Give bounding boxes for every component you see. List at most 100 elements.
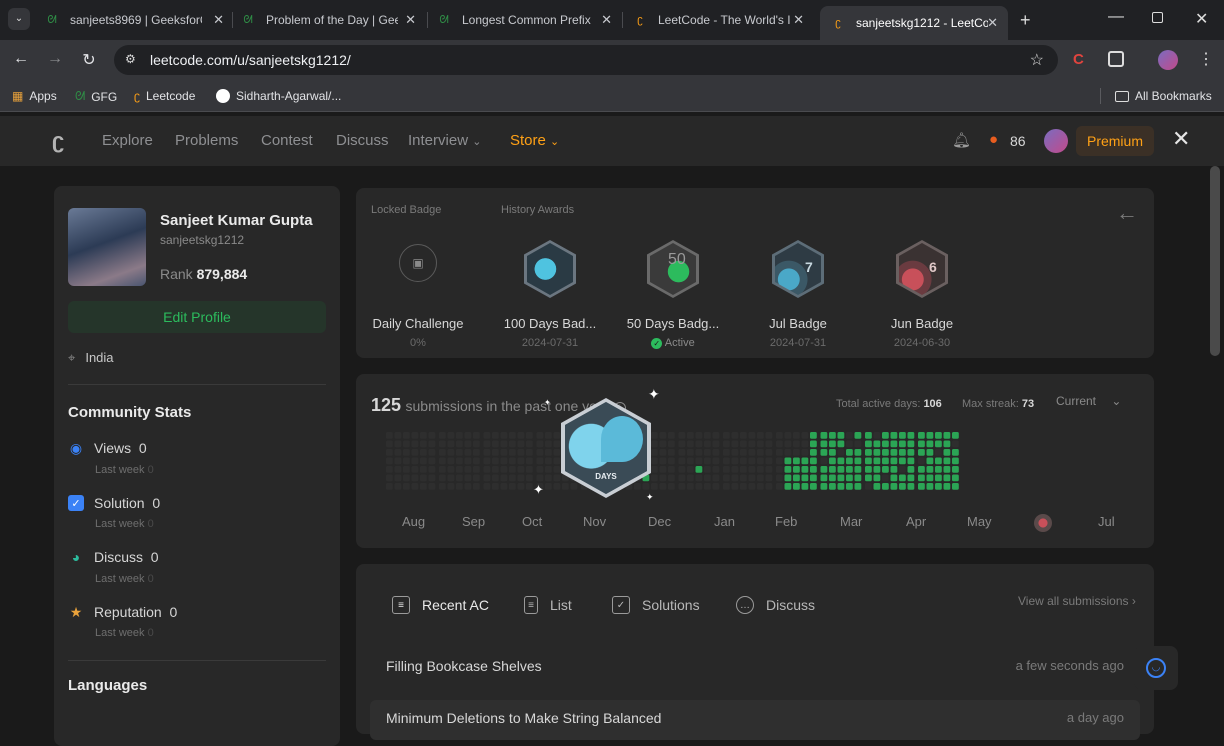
heatmap-cell[interactable] <box>784 457 792 465</box>
heatmap-cell[interactable] <box>464 474 472 482</box>
heatmap-cell[interactable] <box>907 474 915 482</box>
heatmap-cell[interactable] <box>776 466 783 473</box>
heatmap-cell[interactable] <box>731 474 739 482</box>
heatmap-cell[interactable] <box>890 440 898 448</box>
heatmap-cell[interactable] <box>456 440 463 448</box>
heatmap-cell[interactable] <box>473 466 480 473</box>
heatmap-cell[interactable] <box>553 440 561 448</box>
nav-discuss[interactable]: Discuss <box>336 132 389 149</box>
heatmap-cell[interactable] <box>776 483 783 490</box>
close-tab-icon[interactable]: ✕ <box>987 15 998 31</box>
nav-interview[interactable]: Interview ⌄ <box>408 132 481 149</box>
heatmap-cell[interactable] <box>687 440 694 448</box>
heatmap-cell[interactable] <box>439 432 446 439</box>
heatmap-cell[interactable] <box>776 474 783 482</box>
heatmap-cell[interactable] <box>659 432 667 439</box>
heatmap-cell[interactable] <box>695 466 703 473</box>
heatmap-cell[interactable] <box>882 457 889 465</box>
heatmap-cell[interactable] <box>865 449 872 456</box>
heatmap-cell[interactable] <box>695 474 703 482</box>
heatmap-cell[interactable] <box>801 457 809 465</box>
profile-avatar-icon[interactable] <box>1158 50 1178 70</box>
heatmap-cell[interactable] <box>394 457 402 465</box>
heatmap-cell[interactable] <box>447 440 455 448</box>
heatmap-cell[interactable] <box>492 466 499 473</box>
heatmap-cell[interactable] <box>899 449 906 456</box>
heatmap-cell[interactable] <box>509 432 516 439</box>
heatmap-cell[interactable] <box>517 440 525 448</box>
heatmap-cell[interactable] <box>943 466 951 473</box>
heatmap-cell[interactable] <box>854 449 862 456</box>
heatmap-cell[interactable] <box>723 457 730 465</box>
heatmap-cell[interactable] <box>704 457 711 465</box>
heatmap-cell[interactable] <box>784 483 792 490</box>
heatmap-cell[interactable] <box>704 432 711 439</box>
heatmap-cell[interactable] <box>668 474 675 482</box>
heatmap-cell[interactable] <box>464 449 472 456</box>
heatmap-cell[interactable] <box>793 457 800 465</box>
heatmap-cell[interactable] <box>678 457 686 465</box>
address-bar[interactable]: ⚙ leetcode.com/u/sanjeetskg1212/ ☆ <box>114 45 1058 75</box>
back-arrow-icon[interactable]: ← <box>1116 200 1138 226</box>
heatmap-cell[interactable] <box>464 466 472 473</box>
new-tab-icon[interactable]: + <box>1020 10 1031 31</box>
heatmap-cell[interactable] <box>509 483 516 490</box>
heatmap-cell[interactable] <box>846 440 853 448</box>
heatmap-cell[interactable] <box>517 432 525 439</box>
close-tab-icon[interactable]: ✕ <box>793 12 804 28</box>
heatmap-cell[interactable] <box>723 440 730 448</box>
heatmap-cell[interactable] <box>517 457 525 465</box>
heatmap-cell[interactable] <box>740 432 747 439</box>
heatmap-cell[interactable] <box>793 483 800 490</box>
heatmap-cell[interactable] <box>403 440 410 448</box>
heatmap-cell[interactable] <box>464 440 472 448</box>
heatmap-cell[interactable] <box>935 483 942 490</box>
heatmap-cell[interactable] <box>926 474 934 482</box>
heatmap-cell[interactable] <box>935 474 942 482</box>
heatmap-cell[interactable] <box>464 483 472 490</box>
heatmap-cell[interactable] <box>687 432 694 439</box>
heatmap-cell[interactable] <box>918 440 925 448</box>
heatmap-cell[interactable] <box>668 440 675 448</box>
heatmap-cell[interactable] <box>473 457 480 465</box>
heatmap-cell[interactable] <box>740 457 747 465</box>
heatmap-cell[interactable] <box>865 457 872 465</box>
heatmap-cell[interactable] <box>473 432 480 439</box>
bookmark-star-icon[interactable]: ☆ <box>1030 50 1044 70</box>
close-tab-icon[interactable]: ✕ <box>405 12 416 28</box>
heatmap-cell[interactable] <box>952 449 959 456</box>
heatmap-cell[interactable] <box>526 457 533 465</box>
submission-title[interactable]: Filling Bookcase Shelves <box>386 658 542 674</box>
heatmap-cell[interactable] <box>935 457 942 465</box>
heatmap-cell[interactable] <box>793 449 800 456</box>
heatmap-cell[interactable] <box>952 474 959 482</box>
heatmap-cell[interactable] <box>776 432 783 439</box>
heatmap-cell[interactable] <box>765 483 773 490</box>
forward-icon[interactable]: → <box>45 50 65 68</box>
heatmap-cell[interactable] <box>545 466 552 473</box>
heatmap-cell[interactable] <box>659 474 667 482</box>
heatmap-cell[interactable] <box>712 440 720 448</box>
heatmap-cell[interactable] <box>731 457 739 465</box>
badge-jun[interactable]: 6 Jun Badge 2024-06-30 <box>867 240 977 349</box>
heatmap-cell[interactable] <box>846 432 853 439</box>
submission-title[interactable]: Minimum Deletions to Make String Balance… <box>386 710 661 726</box>
heatmap-cell[interactable] <box>500 474 508 482</box>
feedback-chat-button[interactable]: ◡ <box>1134 646 1178 690</box>
heatmap-cell[interactable] <box>439 449 446 456</box>
premium-button[interactable]: Premium <box>1076 126 1154 156</box>
heatmap-cell[interactable] <box>695 432 703 439</box>
heatmap-cell[interactable] <box>926 466 934 473</box>
heatmap-cell[interactable] <box>536 466 544 473</box>
heatmap-cell[interactable] <box>509 449 516 456</box>
heatmap-cell[interactable] <box>748 466 756 473</box>
heatmap-cell[interactable] <box>801 483 809 490</box>
heatmap-cell[interactable] <box>846 466 853 473</box>
heatmap-cell[interactable] <box>517 483 525 490</box>
heatmap-cell[interactable] <box>837 466 845 473</box>
heatmap-cell[interactable] <box>411 449 419 456</box>
heatmap-cell[interactable] <box>810 440 817 448</box>
heatmap-cell[interactable] <box>704 474 711 482</box>
heatmap-cell[interactable] <box>492 432 499 439</box>
heatmap-cell[interactable] <box>536 474 544 482</box>
